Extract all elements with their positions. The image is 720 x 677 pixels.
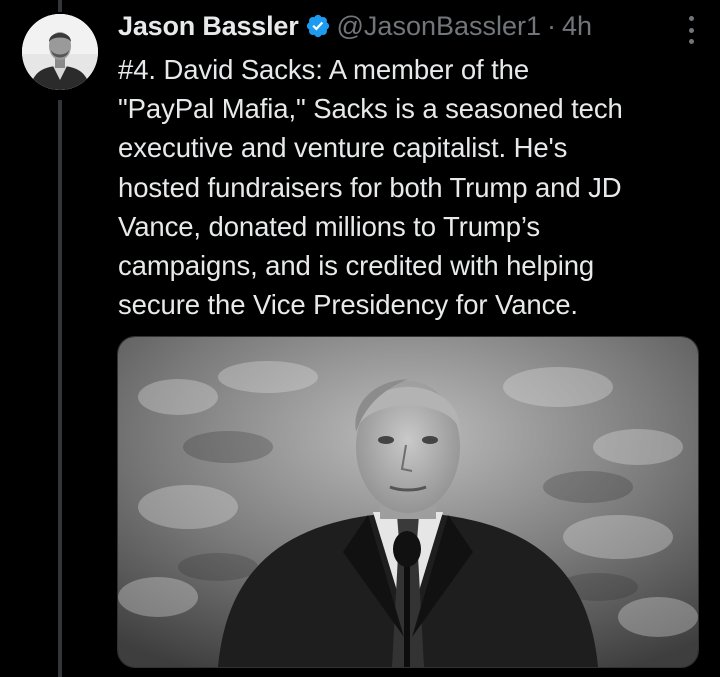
author-handle[interactable]: @JasonBassler1 — [337, 11, 542, 42]
separator-dot: · — [547, 10, 557, 41]
verified-badge-icon — [306, 14, 329, 38]
avatar[interactable] — [22, 14, 98, 90]
author-display-name[interactable]: Jason Bassler — [118, 11, 299, 42]
tweet-photo[interactable] — [117, 336, 699, 668]
thread-line — [58, 100, 62, 677]
tweet[interactable]: Jason Bassler @JasonBassler1 · 4h #4. Da… — [0, 0, 720, 677]
tweet-timestamp[interactable]: 4h — [562, 11, 592, 42]
thread-line-top — [58, 0, 62, 12]
tweet-header: Jason Bassler @JasonBassler1 · 4h — [118, 6, 706, 46]
more-vertical-icon[interactable] — [686, 16, 696, 44]
profile-photo — [22, 14, 98, 90]
tweet-text: #4. David Sacks: A member of the "PayPal… — [118, 54, 623, 321]
photo-man-at-podium — [118, 337, 698, 667]
